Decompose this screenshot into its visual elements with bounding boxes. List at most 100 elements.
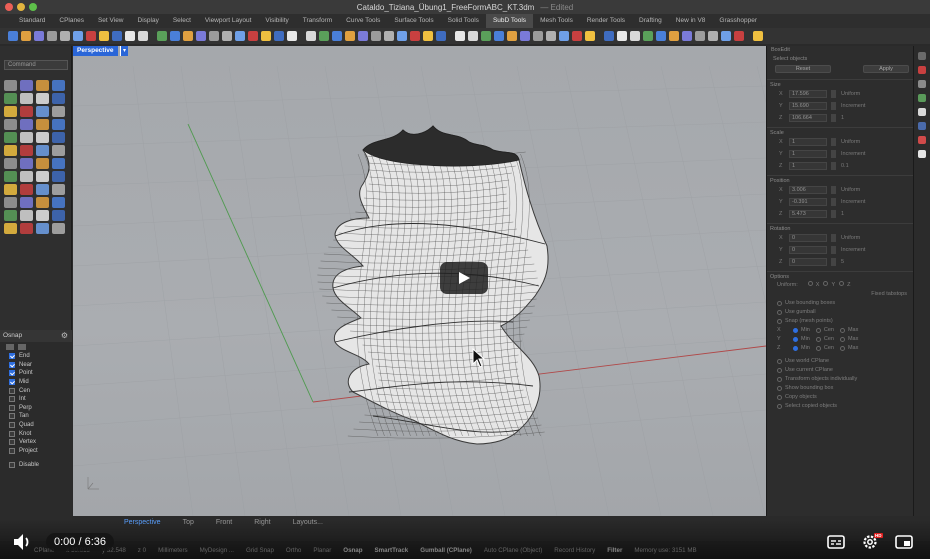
toolbar-tool-icon[interactable]	[60, 31, 70, 41]
radio-icon[interactable]	[777, 310, 782, 315]
radio-icon[interactable]	[777, 359, 782, 364]
toolbar-tool-icon[interactable]	[643, 31, 653, 41]
toolbar-tool-icon[interactable]	[520, 31, 530, 41]
size-section-header[interactable]: Size	[767, 79, 913, 89]
toolbar-tool-icon[interactable]	[261, 31, 271, 41]
viewport-tab[interactable]: Layouts...	[282, 516, 334, 530]
sidebar-tool-icon[interactable]	[4, 223, 17, 234]
sidebar-tool-icon[interactable]	[36, 132, 49, 143]
sidebar-tool-icon[interactable]	[52, 132, 65, 143]
osnap-item[interactable]: Quad	[0, 421, 72, 430]
status-item[interactable]: Record History	[554, 547, 595, 554]
toolbar-tab[interactable]: Set View	[91, 14, 131, 28]
toolbar-tab[interactable]: New in V8	[669, 14, 713, 28]
radio-icon[interactable]	[839, 328, 845, 333]
toolbar-tab[interactable]: Drafting	[632, 14, 669, 28]
toolbar-tool-icon[interactable]	[274, 31, 284, 41]
sidebar-tool-icon[interactable]	[52, 93, 65, 104]
option-row[interactable]: Snap (mesh points)	[767, 317, 913, 326]
toolbar-tool-icon[interactable]	[559, 31, 569, 41]
toolbar-tool-icon[interactable]	[99, 31, 109, 41]
toolbar-tool-icon[interactable]	[669, 31, 679, 41]
position-section-header[interactable]: Position	[767, 175, 913, 185]
option-row[interactable]: Show bounding box	[767, 384, 913, 393]
gear-icon[interactable]: ⚙	[61, 330, 68, 342]
toolbar-tool-icon[interactable]	[423, 31, 433, 41]
radio-icon[interactable]	[777, 319, 782, 324]
toolbar-tool-icon[interactable]	[248, 31, 258, 41]
osnap-item[interactable]: Vertex	[0, 438, 72, 447]
toolbar-tool-icon[interactable]	[332, 31, 342, 41]
toolbar-tool-icon[interactable]	[468, 31, 478, 41]
toolbar-tool-icon[interactable]	[455, 31, 465, 41]
radio-icon[interactable]	[815, 346, 821, 351]
radio-icon[interactable]	[839, 281, 845, 286]
status-item[interactable]: Grid Snap	[246, 547, 274, 554]
sidebar-tool-icon[interactable]	[20, 158, 33, 169]
toolbar-tool-icon[interactable]	[695, 31, 705, 41]
stepper-icon[interactable]	[831, 162, 836, 170]
video-play-button[interactable]	[440, 262, 488, 294]
radio-icon[interactable]	[815, 337, 821, 342]
status-item[interactable]: MyDesign ...	[200, 547, 234, 554]
sidebar-tool-icon[interactable]	[4, 210, 17, 221]
toolbar-tool-icon[interactable]	[546, 31, 556, 41]
sidebar-tool-icon[interactable]	[20, 184, 33, 195]
option-row[interactable]: Use bounding boxes	[767, 299, 913, 308]
sidebar-tool-icon[interactable]	[52, 171, 65, 182]
checkbox-icon[interactable]	[9, 396, 15, 403]
radio-icon[interactable]	[823, 281, 829, 286]
radio-icon[interactable]	[777, 386, 782, 391]
radio-icon[interactable]	[777, 404, 782, 409]
stepper-icon[interactable]	[831, 210, 836, 218]
status-item[interactable]: SmartTrack	[375, 547, 409, 554]
radio-icon[interactable]	[807, 281, 813, 286]
scale-section-header[interactable]: Scale	[767, 127, 913, 137]
sidebar-tool-icon[interactable]	[36, 184, 49, 195]
toolbar-tool-icon[interactable]	[125, 31, 135, 41]
toolbar-tab[interactable]: Standard	[12, 14, 52, 28]
captions-icon[interactable]	[826, 532, 846, 552]
command-input[interactable]: Command	[4, 60, 68, 70]
render-icon[interactable]	[918, 136, 926, 144]
sidebar-tool-icon[interactable]	[36, 106, 49, 117]
sidebar-tool-icon[interactable]	[36, 171, 49, 182]
toolbar-tool-icon[interactable]	[630, 31, 640, 41]
field-value-input[interactable]: -0.391	[789, 198, 827, 206]
toolbar-tool-icon[interactable]	[533, 31, 543, 41]
toolbar-tab[interactable]: CPlanes	[52, 14, 91, 28]
toolbar-tool-icon[interactable]	[734, 31, 744, 41]
status-item[interactable]: Millimeters	[158, 547, 188, 554]
reset-button[interactable]: Reset	[775, 65, 831, 73]
toolbar-tool-icon[interactable]	[708, 31, 718, 41]
sidebar-tool-icon[interactable]	[52, 158, 65, 169]
apply-button[interactable]: Apply	[863, 65, 909, 73]
viewport-tab[interactable]: Perspective	[113, 516, 172, 530]
field-value-input[interactable]: 15.690	[789, 102, 827, 110]
sidebar-tool-icon[interactable]	[4, 197, 17, 208]
toolbar-tool-icon[interactable]	[222, 31, 232, 41]
toolbar-tab[interactable]: SubD Tools	[485, 14, 534, 28]
toolbar-tab[interactable]: Transform	[296, 14, 339, 28]
sidebar-tool-icon[interactable]	[4, 158, 17, 169]
toolbar-tab[interactable]: Solid Tools	[441, 14, 486, 28]
toolbar-tab[interactable]: Viewport Layout	[198, 14, 259, 28]
sidebar-tool-icon[interactable]	[52, 184, 65, 195]
toolbar-tool-icon[interactable]	[384, 31, 394, 41]
radio-icon[interactable]	[839, 337, 845, 342]
toolbar-tool-icon[interactable]	[481, 31, 491, 41]
toolbar-tab[interactable]: Grasshopper	[712, 14, 764, 28]
toolbar-tab[interactable]: Surface Tools	[387, 14, 440, 28]
toolbar-tool-icon[interactable]	[410, 31, 420, 41]
stepper-icon[interactable]	[831, 186, 836, 194]
sidebar-tool-icon[interactable]	[20, 197, 33, 208]
sidebar-tool-icon[interactable]	[20, 119, 33, 130]
toolbar-tool-icon[interactable]	[617, 31, 627, 41]
sidebar-tool-icon[interactable]	[20, 223, 33, 234]
toolbar-tab[interactable]: Curve Tools	[339, 14, 387, 28]
checkbox-icon[interactable]	[9, 413, 15, 420]
osnap-disable-row[interactable]: Disable	[0, 461, 72, 470]
stepper-icon[interactable]	[831, 150, 836, 158]
close-window-button[interactable]	[5, 3, 13, 11]
toolbar-tool-icon[interactable]	[436, 31, 446, 41]
